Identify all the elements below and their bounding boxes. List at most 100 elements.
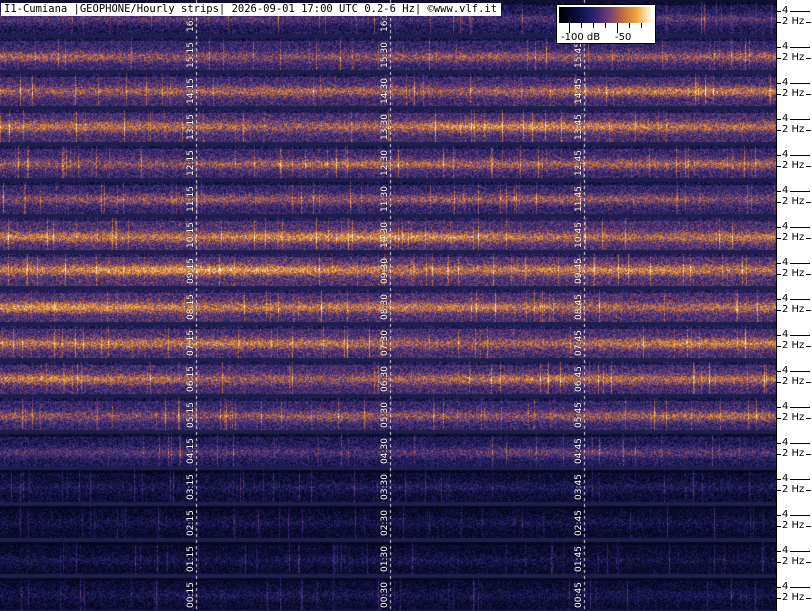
axis-tick	[790, 587, 810, 588]
axis-tick-label: 2 Hz	[782, 196, 805, 207]
axis-tick	[776, 310, 781, 311]
axis-tick-label: 4	[782, 41, 789, 52]
axis-tick	[776, 479, 781, 480]
axis-tick	[790, 263, 810, 264]
colorbar-tick	[605, 23, 606, 28]
time-label: 05:15	[185, 402, 196, 428]
axis-tick-label: 2 Hz	[782, 160, 805, 171]
time-label: 06:45	[573, 366, 584, 392]
time-label: 11:15	[185, 186, 196, 212]
axis-tick-label: 4	[782, 185, 789, 196]
axis-tick	[790, 551, 810, 552]
axis-tick	[776, 562, 781, 563]
time-label: 08:30	[379, 294, 390, 320]
axis-tick-label: 4	[782, 77, 789, 88]
axis-tick	[790, 299, 810, 300]
time-label: 00:45	[573, 582, 584, 608]
axis-tick	[806, 238, 811, 239]
axis-tick-label: 4	[782, 401, 789, 412]
axis-tick	[776, 119, 781, 120]
chart-title: I1-Cumiana |GEOPHONE/Hourly strips| 2026…	[1, 3, 502, 16]
axis-tick-label: 2 Hz	[782, 448, 805, 459]
axis-tick	[776, 263, 781, 264]
time-label: 08:45	[573, 294, 584, 320]
time-label: 10:30	[379, 222, 390, 248]
axis-tick	[790, 11, 810, 12]
axis-tick	[806, 418, 811, 419]
axis-tick	[776, 191, 781, 192]
colorbar-tick	[593, 23, 594, 28]
time-label: 09:45	[573, 258, 584, 284]
time-label: 15:30	[379, 42, 390, 68]
axis-tick-label: 2 Hz	[782, 304, 805, 315]
axis-tick	[776, 382, 781, 383]
time-label: 15:45	[573, 42, 584, 68]
axis-tick-label: 2 Hz	[782, 556, 805, 567]
axis-tick	[806, 58, 811, 59]
time-label: 00:15	[185, 582, 196, 608]
axis-tick	[790, 83, 810, 84]
axis-tick-label: 4	[782, 509, 789, 520]
axis-tick	[806, 94, 811, 95]
axis-tick	[776, 238, 781, 239]
axis-tick	[776, 166, 781, 167]
axis-tick	[790, 47, 810, 48]
axis-tick	[776, 202, 781, 203]
axis-line	[776, 0, 777, 611]
time-label: 05:30	[379, 402, 390, 428]
colorbar-gradient	[559, 7, 653, 23]
axis-tick-label: 2 Hz	[782, 376, 805, 387]
axis-tick-label: 2 Hz	[782, 592, 805, 603]
axis-tick	[806, 274, 811, 275]
time-label: 01:45	[573, 546, 584, 572]
time-label: 02:15	[185, 510, 196, 536]
axis-tick	[776, 83, 781, 84]
axis-tick	[806, 22, 811, 23]
colorbar: -100 dB -50	[556, 4, 656, 44]
axis-tick-label: 2 Hz	[782, 268, 805, 279]
time-label: 02:45	[573, 510, 584, 536]
time-label: 11:45	[573, 186, 584, 212]
frequency-axis: 42 Hz 4 2 Hz 4 2 Hz 4 2 Hz 4 2 Hz 4 2 Hz 4 2 Hz 4 2 Hz…	[776, 0, 812, 611]
axis-tick	[776, 94, 781, 95]
axis-tick	[806, 130, 811, 131]
axis-tick	[790, 155, 810, 156]
time-label: 12:45	[573, 150, 584, 176]
axis-tick-label: 2 Hz	[782, 340, 805, 351]
axis-tick	[806, 382, 811, 383]
time-label: 01:15	[185, 546, 196, 572]
colorbar-label-min: -100 dB	[561, 32, 601, 43]
axis-tick	[776, 346, 781, 347]
axis-tick-label: 4	[782, 437, 789, 448]
axis-tick	[776, 22, 781, 23]
time-label: 13:45	[573, 114, 584, 140]
time-label: 13:15	[185, 114, 196, 140]
time-label: 05:45	[573, 402, 584, 428]
axis-tick	[806, 310, 811, 311]
time-label: 07:30	[379, 330, 390, 356]
axis-tick-label: 4	[782, 113, 789, 124]
axis-tick-label: 4	[782, 581, 789, 592]
axis-tick	[776, 454, 781, 455]
axis-tick	[776, 443, 781, 444]
time-label: 03:15	[185, 474, 196, 500]
axis-tick	[776, 47, 781, 48]
time-label: 12:30	[379, 150, 390, 176]
axis-tick	[790, 227, 810, 228]
axis-tick	[790, 515, 810, 516]
axis-tick	[776, 515, 781, 516]
time-label: 00:30	[379, 582, 390, 608]
axis-tick	[776, 155, 781, 156]
axis-tick	[806, 490, 811, 491]
axis-tick-label: 4	[782, 293, 789, 304]
time-label: 09:15	[185, 258, 196, 284]
axis-tick	[776, 407, 781, 408]
axis-tick-label: 2 Hz	[782, 520, 805, 531]
axis-tick	[790, 335, 810, 336]
time-label: 10:45	[573, 222, 584, 248]
axis-tick	[776, 130, 781, 131]
axis-tick-label: 4	[782, 473, 789, 484]
axis-tick	[776, 490, 781, 491]
axis-tick-label: 4	[782, 221, 789, 232]
time-label: 14:45	[573, 78, 584, 104]
